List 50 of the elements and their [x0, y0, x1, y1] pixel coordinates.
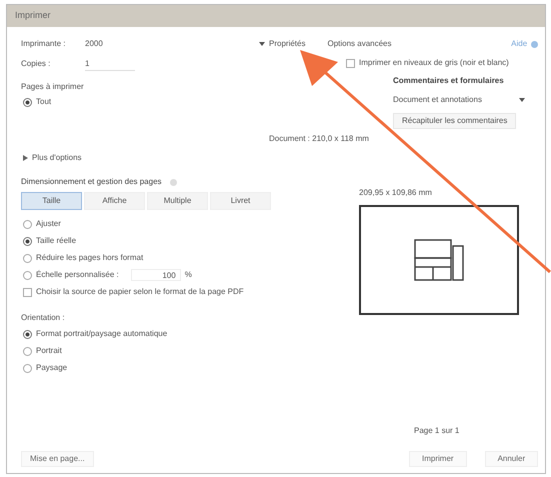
comments-dropdown[interactable]: Document et annotations: [393, 93, 525, 107]
radio-label: Échelle personnalisée :: [36, 269, 119, 281]
printer-dropdown[interactable]: 2000: [85, 38, 269, 50]
cancel-button[interactable]: Annuler: [484, 451, 538, 467]
sizing-tab[interactable]: Multiple: [147, 192, 208, 210]
preview-size-text: 209,95 x 109,86 mm: [359, 187, 433, 199]
sizing-tab[interactable]: Livret: [210, 192, 271, 210]
document-size-text: Document : 210,0 x 118 mm: [269, 133, 370, 145]
section-title: Commentaires et formulaires: [393, 75, 505, 87]
radio-button[interactable]: [23, 220, 32, 228]
section-title: Orientation :: [21, 312, 66, 324]
radio-label: Tout: [36, 96, 52, 108]
caret-icon: [259, 42, 265, 46]
radio-label: Ajuster: [36, 218, 61, 230]
radio-label: Portrait: [36, 345, 62, 357]
unit-label: %: [184, 269, 192, 281]
expand-triangle-icon[interactable]: [23, 155, 28, 161]
radio-button[interactable]: [23, 270, 32, 280]
radio-button[interactable]: [23, 98, 32, 106]
radio-button[interactable]: [23, 364, 32, 372]
properties-link[interactable]: Propriétés: [269, 38, 306, 50]
checkbox-label: Choisir la source de papier selon le format de la page PDF: [36, 286, 244, 298]
radio-button[interactable]: [23, 236, 32, 246]
advanced-options-link[interactable]: Options avancées: [327, 38, 392, 50]
print-button[interactable]: Imprimer: [409, 451, 467, 467]
checkbox-label: Imprimer en niveaux de gris (noir et blanc): [359, 57, 509, 69]
field-label: Imprimante :: [21, 38, 66, 50]
summarize-comments-button[interactable]: Récapituler les commentaires: [393, 113, 516, 129]
section-title: Dimensionnement et gestion des pages: [21, 176, 162, 188]
window-title: Imprimer: [15, 9, 50, 22]
radio-button[interactable]: [23, 330, 32, 338]
radio-button[interactable]: [23, 254, 32, 262]
checkbox[interactable]: [23, 288, 32, 296]
checkbox[interactable]: [346, 58, 355, 68]
sizing-tab[interactable]: Taille: [21, 192, 82, 210]
radio-label: Taille réelle: [36, 235, 76, 247]
scale-field[interactable]: 100: [130, 269, 181, 281]
copies-field[interactable]: 1: [85, 58, 135, 70]
page-count-text: Page 1 sur 1: [414, 425, 460, 437]
page-thumbnail-drawing: [414, 239, 464, 281]
field-label: Copies :: [21, 58, 52, 70]
radio-label: Format portrait/paysage automatique: [36, 328, 168, 340]
page-setup-button[interactable]: Mise en page...: [21, 451, 94, 467]
more-options-link[interactable]: Plus d'options: [32, 152, 82, 164]
radio-label: Réduire les pages hors format: [36, 252, 144, 264]
radio-button[interactable]: [23, 346, 32, 356]
radio-label: Paysage: [36, 362, 68, 374]
sizing-tab[interactable]: Affiche: [84, 192, 145, 210]
caret-icon: [519, 98, 525, 102]
section-title: Pages à imprimer: [21, 81, 85, 93]
